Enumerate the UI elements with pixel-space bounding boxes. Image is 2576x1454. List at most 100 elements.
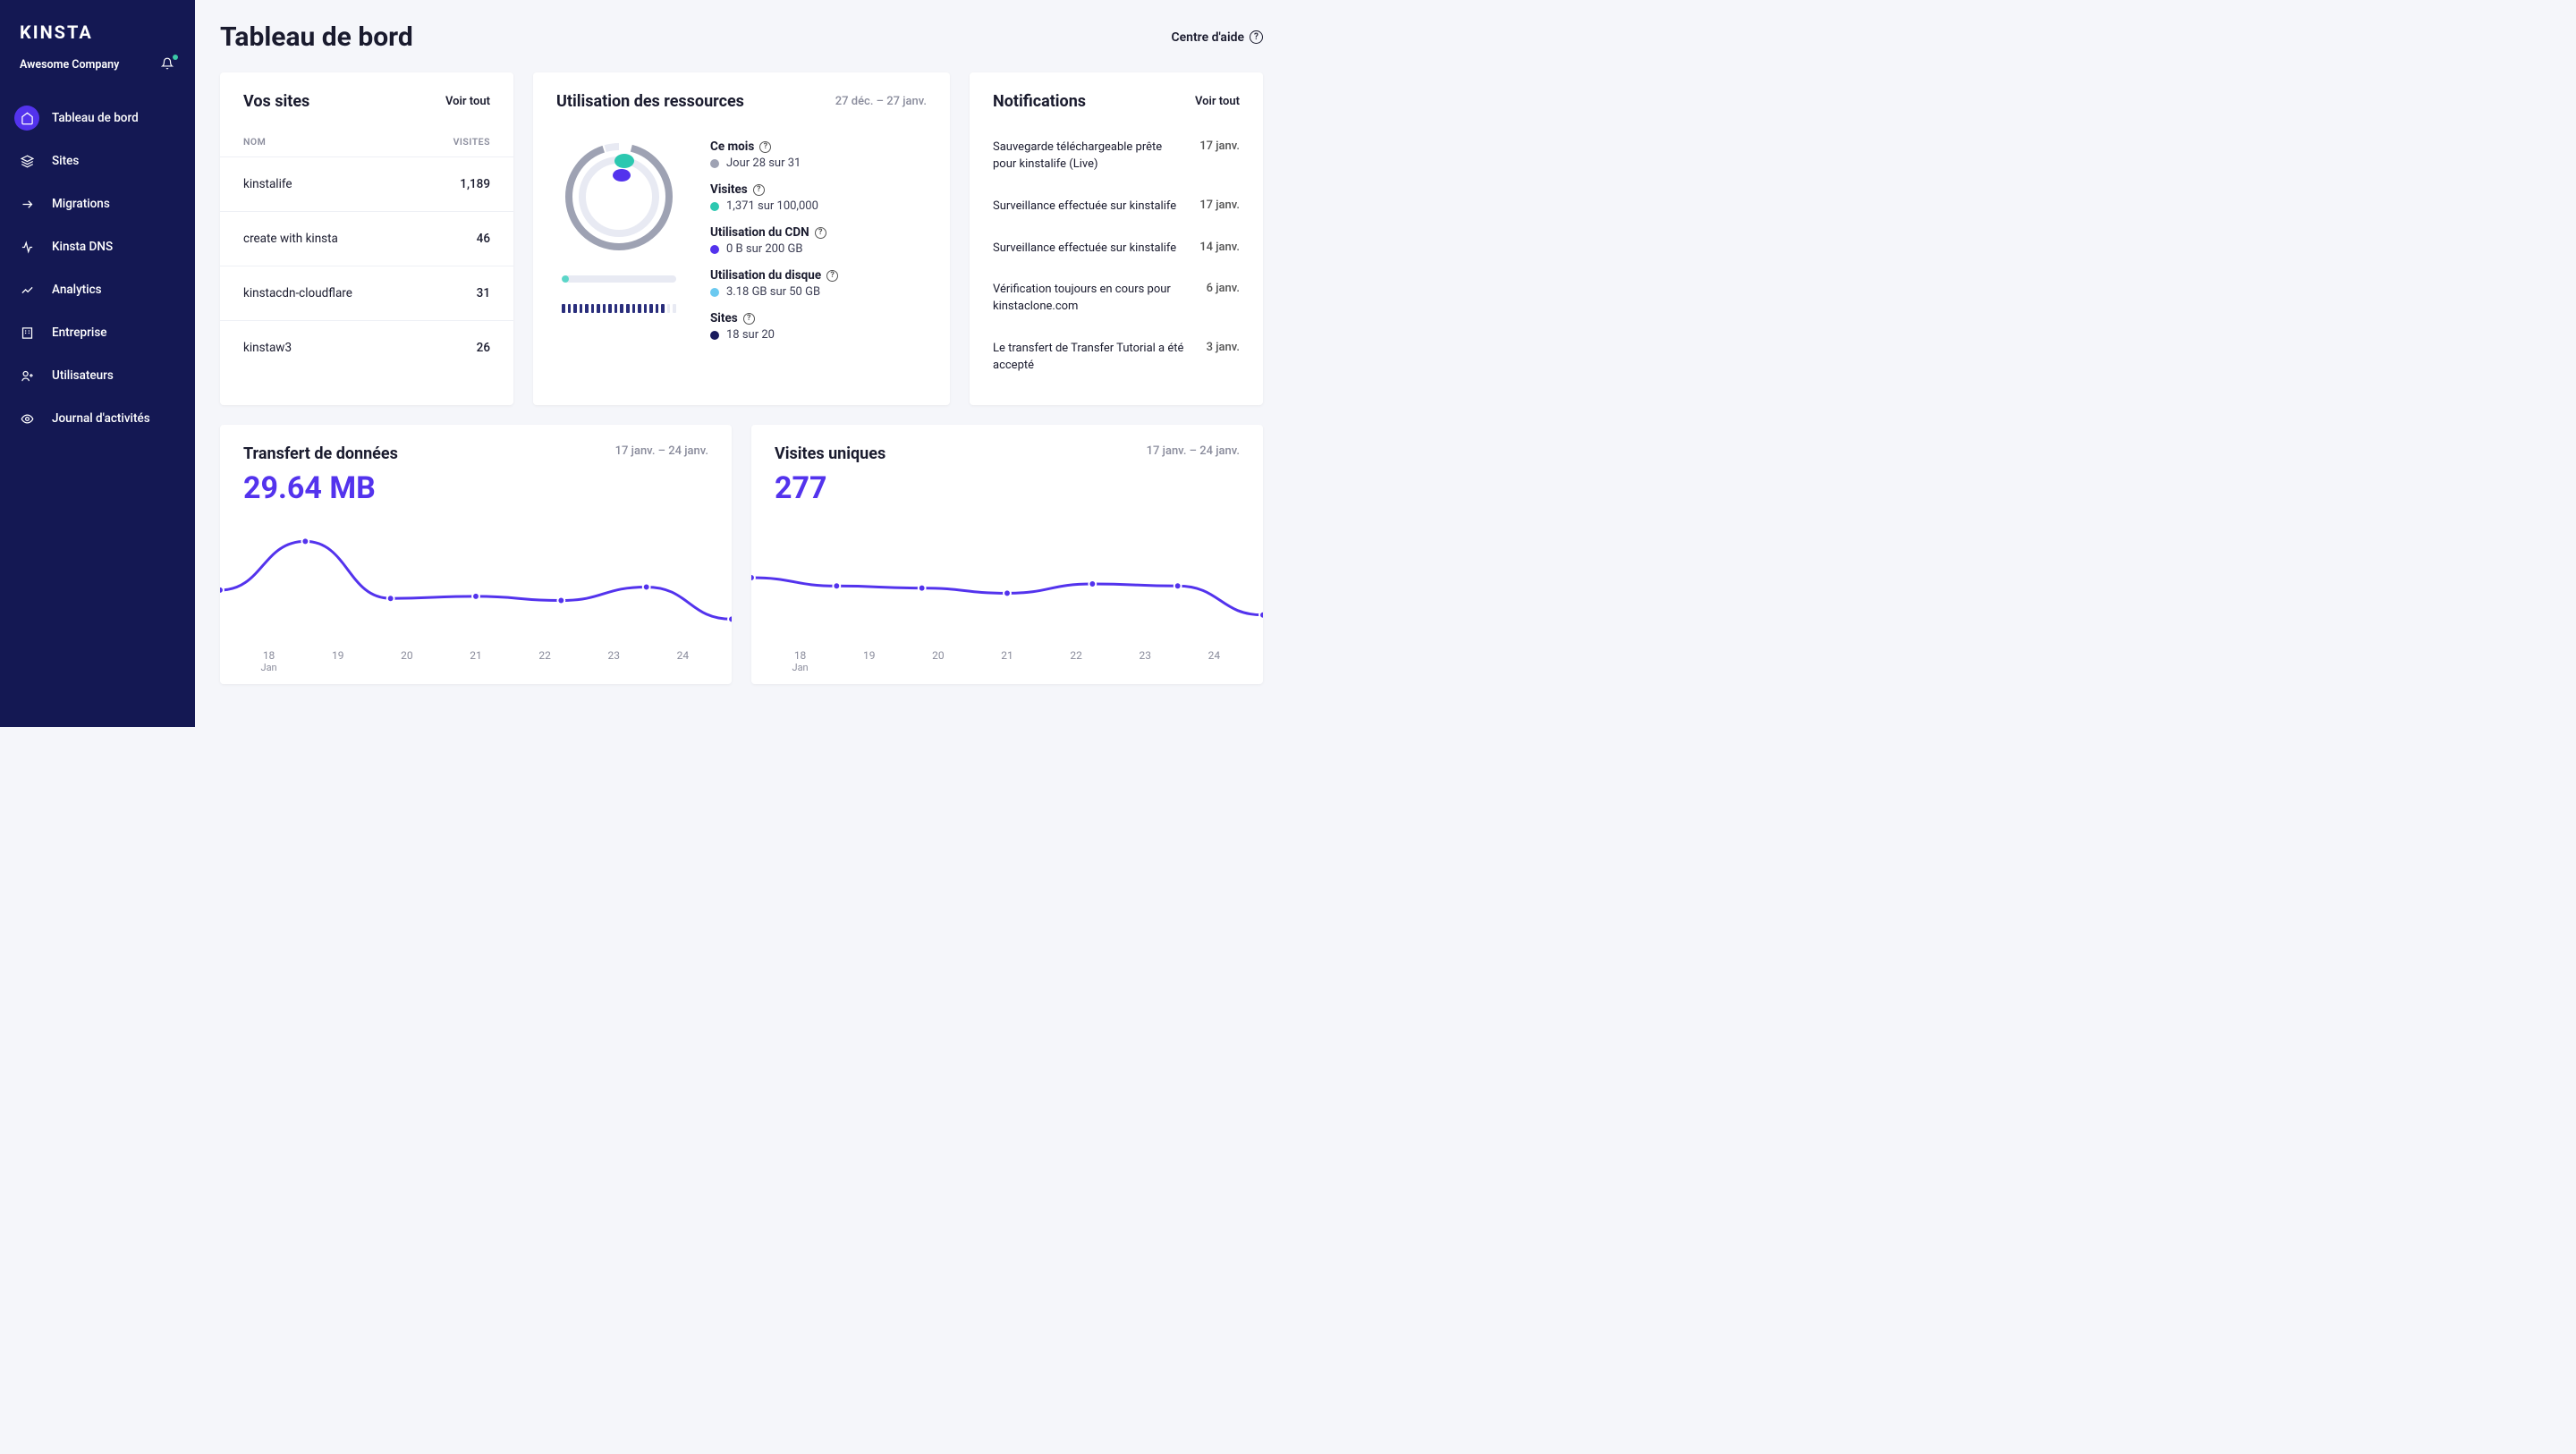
company-name[interactable]: Awesome Company xyxy=(20,58,119,72)
notification-date: 17 janv. xyxy=(1199,199,1240,216)
sidebar-item-label: Entreprise xyxy=(52,325,107,340)
sites-view-all-link[interactable]: Voir tout xyxy=(445,95,490,108)
notification-text: Le transfert de Transfer Tutorial a été … xyxy=(993,341,1192,375)
dot-icon xyxy=(710,331,719,340)
notification-text: Vérification toujours en cours pour kins… xyxy=(993,282,1192,316)
usage-date-range: 27 déc. – 27 janv. xyxy=(835,95,927,108)
sidebar-nav: Tableau de bord Sites Migrations Kinsta … xyxy=(0,97,195,440)
xaxis-tick: 22 xyxy=(511,649,580,673)
table-row[interactable]: create with kinsta 46 xyxy=(220,212,513,266)
main-content: Tableau de bord Centre d'aide ? Vos site… xyxy=(195,0,1288,727)
uniques-line-chart xyxy=(751,515,1263,640)
site-name: kinstaw3 xyxy=(243,341,477,355)
help-center-link[interactable]: Centre d'aide ? xyxy=(1171,30,1263,45)
notification-date: 6 janv. xyxy=(1207,282,1240,316)
users-icon xyxy=(14,363,39,388)
transfer-value: 29.64 MB xyxy=(220,470,732,515)
xaxis-tick: 18Jan xyxy=(766,649,835,673)
metric-disk: Utilisation du disque? 3.18 GB sur 50 GB xyxy=(710,268,927,299)
uniques-xaxis: 18Jan192021222324 xyxy=(751,640,1263,673)
sidebar-item-sites[interactable]: Sites xyxy=(0,139,195,182)
info-icon[interactable]: ? xyxy=(815,227,826,239)
table-row[interactable]: kinstalife 1,189 xyxy=(220,157,513,212)
sidebar-item-users[interactable]: Utilisateurs xyxy=(0,354,195,397)
info-icon[interactable]: ? xyxy=(759,141,771,153)
transfer-xaxis: 18Jan192021222324 xyxy=(220,640,732,673)
disk-progress-bar xyxy=(562,275,676,283)
site-visits: 46 xyxy=(477,232,490,246)
dot-icon xyxy=(710,245,719,254)
transfer-chart-title: Transfert de données xyxy=(243,444,398,463)
info-icon[interactable]: ? xyxy=(753,184,765,196)
metric-visits: Visites? 1,371 sur 100,000 xyxy=(710,182,927,213)
sites-usage-bar xyxy=(562,304,676,313)
dot-icon xyxy=(710,159,719,168)
notification-dot xyxy=(173,55,178,60)
list-item[interactable]: Le transfert de Transfer Tutorial a été … xyxy=(993,328,1240,387)
eye-icon xyxy=(14,406,39,431)
help-center-label: Centre d'aide xyxy=(1171,30,1244,45)
sites-card-title: Vos sites xyxy=(243,92,309,111)
sites-table-header: NOM VISITES xyxy=(220,127,513,157)
list-item[interactable]: Vérification toujours en cours pour kins… xyxy=(993,269,1240,328)
sidebar-item-label: Sites xyxy=(52,154,79,168)
site-name: kinstacdn-cloudflare xyxy=(243,286,477,300)
col-visits-header: VISITES xyxy=(453,136,490,148)
site-name: create with kinsta xyxy=(243,232,477,246)
info-icon[interactable]: ? xyxy=(826,270,838,282)
notifications-title: Notifications xyxy=(993,92,1086,111)
xaxis-tick: 19 xyxy=(835,649,903,673)
sidebar-item-label: Analytics xyxy=(52,283,102,297)
table-row[interactable]: kinstacdn-cloudflare 31 xyxy=(220,266,513,321)
building-icon xyxy=(14,320,39,345)
chart-icon xyxy=(14,277,39,302)
xaxis-tick: 21 xyxy=(441,649,510,673)
metric-month: Ce mois? Jour 28 sur 31 xyxy=(710,139,927,170)
notifications-view-all-link[interactable]: Voir tout xyxy=(1195,95,1240,108)
home-icon xyxy=(14,106,39,131)
sidebar-item-dashboard[interactable]: Tableau de bord xyxy=(0,97,195,139)
list-item[interactable]: Surveillance effectuée sur kinstalife 17… xyxy=(993,186,1240,228)
site-name: kinstalife xyxy=(243,177,460,191)
xaxis-tick: 20 xyxy=(903,649,972,673)
transfer-chart-card: Transfert de données 17 janv. – 24 janv.… xyxy=(220,425,732,684)
sites-card: Vos sites Voir tout NOM VISITES kinstali… xyxy=(220,72,513,405)
sidebar-item-analytics[interactable]: Analytics xyxy=(0,268,195,311)
uniques-chart-card: Visites uniques 17 janv. – 24 janv. 277 … xyxy=(751,425,1263,684)
list-item[interactable]: Surveillance effectuée sur kinstalife 14… xyxy=(993,228,1240,270)
usage-card: Utilisation des ressources 27 déc. – 27 … xyxy=(533,72,950,405)
dot-icon xyxy=(710,288,719,297)
xaxis-tick: 24 xyxy=(648,649,717,673)
sidebar-item-dns[interactable]: Kinsta DNS xyxy=(0,225,195,268)
xaxis-tick: 23 xyxy=(1111,649,1180,673)
usage-donut-chart xyxy=(562,139,676,254)
uniques-value: 277 xyxy=(751,470,1263,515)
usage-card-title: Utilisation des ressources xyxy=(556,92,744,111)
metric-cdn: Utilisation du CDN? 0 B sur 200 GB xyxy=(710,225,927,256)
sidebar-item-activity-log[interactable]: Journal d'activités xyxy=(0,397,195,440)
xaxis-tick: 22 xyxy=(1042,649,1111,673)
sidebar-item-company[interactable]: Entreprise xyxy=(0,311,195,354)
info-icon[interactable]: ? xyxy=(743,313,755,325)
notification-text: Sauvegarde téléchargeable prête pour kin… xyxy=(993,139,1185,173)
table-row[interactable]: kinstaw3 26 xyxy=(220,321,513,375)
sidebar-item-label: Utilisateurs xyxy=(52,368,114,383)
uniques-chart-title: Visites uniques xyxy=(775,444,886,463)
site-visits: 31 xyxy=(477,286,490,300)
sidebar: KINSTA Awesome Company Tableau de bord S… xyxy=(0,0,195,727)
notifications-bell-icon[interactable] xyxy=(161,57,175,72)
list-item[interactable]: Sauvegarde téléchargeable prête pour kin… xyxy=(993,127,1240,186)
metric-sites: Sites? 18 sur 20 xyxy=(710,311,927,342)
brand-logo: KINSTA xyxy=(0,21,195,57)
sidebar-item-label: Kinsta DNS xyxy=(52,240,113,254)
sidebar-item-label: Tableau de bord xyxy=(52,111,139,125)
dot-icon xyxy=(710,202,719,211)
stack-icon xyxy=(14,148,39,173)
notification-date: 17 janv. xyxy=(1199,139,1240,173)
help-icon: ? xyxy=(1250,30,1263,44)
dns-icon xyxy=(14,234,39,259)
page-title: Tableau de bord xyxy=(220,21,413,53)
sidebar-item-migrations[interactable]: Migrations xyxy=(0,182,195,225)
col-name-header: NOM xyxy=(243,136,453,148)
xaxis-tick: 19 xyxy=(303,649,372,673)
